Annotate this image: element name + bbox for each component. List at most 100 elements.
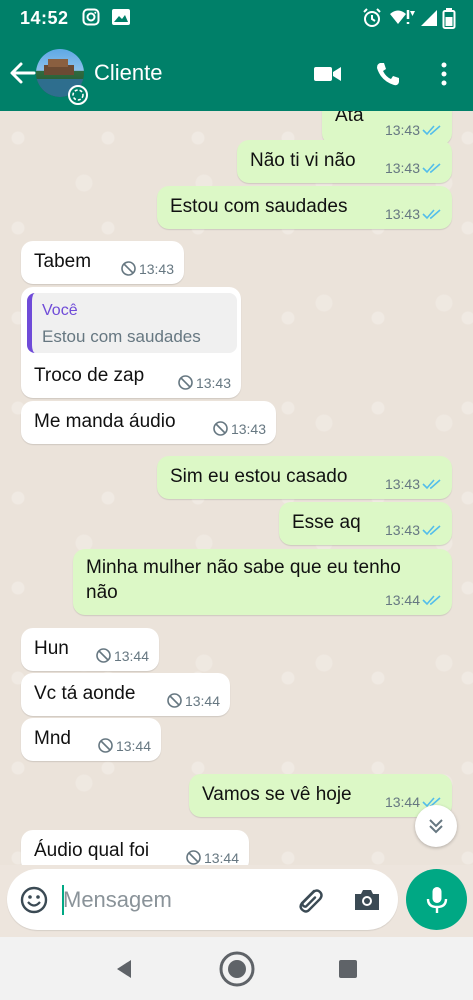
voice-call-icon[interactable]	[373, 60, 405, 88]
image-notification-icon	[112, 9, 130, 25]
message-outgoing[interactable]: Não ti vi não 13:43	[237, 140, 452, 183]
status-bar: 14:52	[0, 0, 473, 36]
read-receipt-icon	[422, 209, 441, 220]
message-time: 13:43	[384, 476, 420, 492]
message-meta: 13:43	[385, 476, 442, 492]
mic-icon	[426, 886, 447, 913]
message-meta: 13:43	[177, 374, 231, 391]
message-outgoing[interactable]: Estou com saudades 13:43	[157, 186, 452, 229]
deleted-icon	[213, 421, 228, 436]
message-text-line1: Minha mulher não sabe que eu tenho	[86, 557, 401, 578]
message-meta: 13:43	[385, 206, 442, 222]
scroll-to-bottom-button[interactable]	[415, 805, 457, 847]
read-receipt-icon	[422, 479, 441, 490]
message-text: Vamos se vê hoje	[202, 784, 352, 805]
message-text: Tabem	[34, 251, 92, 272]
message-meta: 13:43	[385, 122, 442, 138]
message-meta: 13:44	[166, 692, 220, 709]
message-meta: 13:43	[385, 160, 442, 176]
message-meta: 13:44	[95, 647, 149, 664]
home-circle-icon	[219, 951, 255, 987]
message-text: Sim eu estou casado	[170, 466, 348, 487]
message-meta: 13:44	[97, 737, 151, 754]
contact-name[interactable]: Cliente	[94, 60, 162, 86]
read-receipt-icon	[422, 525, 441, 536]
nav-home-button[interactable]	[217, 951, 257, 987]
read-receipt-icon	[422, 125, 441, 136]
read-receipt-icon	[422, 163, 441, 174]
message-time: 13:44	[184, 692, 220, 709]
nav-recents-button[interactable]	[328, 951, 368, 987]
message-time: 13:43	[230, 420, 266, 437]
message-time: 13:43	[384, 206, 420, 222]
message-time: 13:44	[113, 647, 149, 664]
message-incoming-reply[interactable]: Você Estou com saudades Troco de zap 13:…	[21, 287, 241, 398]
message-incoming[interactable]: Áudio qual foi 13:44	[21, 830, 249, 865]
square-recents-icon	[339, 960, 357, 978]
message-time: 13:44	[384, 592, 420, 608]
top-bar: 14:52 Cliente	[0, 0, 473, 111]
deleted-icon	[167, 693, 182, 708]
message-text: Vc tá aonde	[34, 683, 136, 704]
attach-icon[interactable]	[293, 885, 325, 915]
chat-area[interactable]: Ata 13:43 Não ti vi não 13:43 Estou com …	[0, 111, 473, 865]
deleted-icon	[121, 261, 136, 276]
read-receipt-icon	[422, 595, 441, 606]
nav-back-button[interactable]	[104, 951, 144, 987]
more-options-icon[interactable]	[428, 60, 460, 88]
wifi-icon	[390, 10, 415, 24]
message-time: 13:43	[195, 374, 231, 391]
message-text-line2: não	[86, 582, 118, 603]
video-call-icon[interactable]	[312, 60, 344, 88]
message-time: 13:43	[384, 122, 420, 138]
message-meta: 13:44	[185, 849, 239, 865]
message-text: Me manda áudio	[34, 411, 176, 432]
message-composer	[7, 869, 398, 930]
alarm-icon	[363, 8, 381, 27]
message-meta: 13:44	[385, 592, 442, 608]
message-incoming[interactable]: Hun 13:44	[21, 628, 159, 671]
deleted-icon	[96, 648, 111, 663]
message-outgoing[interactable]: Esse aq 13:43	[279, 502, 452, 545]
message-outgoing[interactable]: Vamos se vê hoje 13:44	[189, 774, 452, 817]
message-incoming[interactable]: Me manda áudio 13:43	[21, 401, 276, 444]
message-meta: 13:43	[120, 260, 174, 277]
battery-icon	[442, 8, 456, 29]
quoted-message[interactable]: Você Estou com saudades	[27, 293, 237, 353]
deleted-icon	[98, 738, 113, 753]
message-outgoing[interactable]: Sim eu estou casado 13:43	[157, 456, 452, 499]
message-text: Estou com saudades	[170, 196, 348, 217]
triangle-back-icon	[117, 960, 131, 978]
message-time: 13:44	[384, 794, 420, 810]
message-input[interactable]	[63, 883, 283, 917]
instagram-icon	[82, 8, 100, 26]
message-incoming[interactable]: Mnd 13:44	[21, 718, 161, 761]
message-text: Não ti vi não	[250, 150, 356, 171]
message-outgoing[interactable]: Minha mulher não sabe que eu tenho não 1…	[73, 549, 452, 615]
mic-button[interactable]	[406, 869, 467, 930]
message-incoming[interactable]: Tabem 13:43	[21, 241, 184, 284]
message-text: Esse aq	[292, 512, 361, 533]
status-time: 14:52	[20, 8, 69, 28]
camera-icon[interactable]	[352, 886, 382, 914]
message-text: Troco de zap	[34, 365, 145, 386]
message-time: 13:43	[138, 260, 174, 277]
message-time: 13:43	[384, 522, 420, 538]
emoji-icon[interactable]	[19, 885, 49, 915]
deleted-icon	[178, 375, 193, 390]
chat-header: Cliente	[0, 36, 473, 111]
message-text: Áudio qual foi	[34, 840, 150, 861]
system-nav-bar	[0, 937, 473, 1000]
message-time: 13:43	[384, 160, 420, 176]
back-arrow-icon[interactable]	[8, 56, 36, 90]
message-text: Mnd	[34, 728, 71, 749]
message-text: Hun	[34, 638, 69, 659]
message-time: 13:44	[203, 849, 239, 866]
message-incoming[interactable]: Vc tá aonde 13:44	[21, 673, 230, 716]
deleted-icon	[186, 850, 201, 865]
double-chevron-down-icon	[429, 819, 443, 834]
message-text: Ata	[335, 111, 364, 126]
message-meta: 13:43	[385, 522, 442, 538]
message-meta: 13:43	[212, 420, 266, 437]
quote-text: Estou com saudades	[42, 327, 201, 346]
